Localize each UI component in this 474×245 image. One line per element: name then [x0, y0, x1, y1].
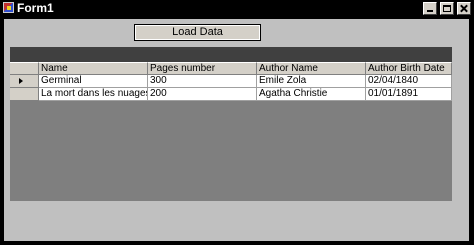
main-window: Form1 Load Data Name Pages number Author… — [0, 0, 474, 245]
row-selector[interactable] — [10, 75, 39, 88]
load-data-button[interactable]: Load Data — [134, 24, 261, 41]
column-header-author-name[interactable]: Author Name — [257, 62, 366, 75]
current-row-arrow-icon — [19, 78, 23, 84]
cell-author-name[interactable]: Emile Zola — [257, 75, 366, 88]
app-icon[interactable] — [3, 2, 14, 13]
grid-header-row: Name Pages number Author Name Author Bir… — [10, 62, 452, 75]
cell-pages-number[interactable]: 200 — [148, 88, 257, 101]
title-bar[interactable]: Form1 — [0, 0, 474, 18]
window-title: Form1 — [17, 1, 54, 15]
cell-author-name[interactable]: Agatha Christie — [257, 88, 366, 101]
column-header-pages-number[interactable]: Pages number — [148, 62, 257, 75]
row-selector[interactable] — [10, 88, 39, 101]
table-row[interactable]: Germinal 300 Emile Zola 02/04/1840 — [10, 75, 452, 88]
form-client-area: Load Data Name Pages number Author Name … — [4, 19, 469, 241]
cell-author-birth-date[interactable]: 02/04/1840 — [366, 75, 452, 88]
grid-caption-bar — [10, 47, 452, 62]
data-grid[interactable]: Name Pages number Author Name Author Bir… — [10, 47, 452, 201]
cell-author-birth-date[interactable]: 01/01/1891 — [366, 88, 452, 101]
column-header-author-birth-date[interactable]: Author Birth Date — [366, 62, 452, 75]
row-header-corner — [10, 62, 39, 75]
column-header-name[interactable]: Name — [39, 62, 148, 75]
close-icon[interactable] — [457, 2, 471, 15]
cell-pages-number[interactable]: 300 — [148, 75, 257, 88]
minimize-icon[interactable] — [423, 2, 437, 15]
table-row[interactable]: La mort dans les nuages 200 Agatha Chris… — [10, 88, 452, 101]
cell-name[interactable]: La mort dans les nuages — [39, 88, 148, 101]
maximize-icon[interactable] — [440, 2, 454, 15]
cell-name[interactable]: Germinal — [39, 75, 148, 88]
